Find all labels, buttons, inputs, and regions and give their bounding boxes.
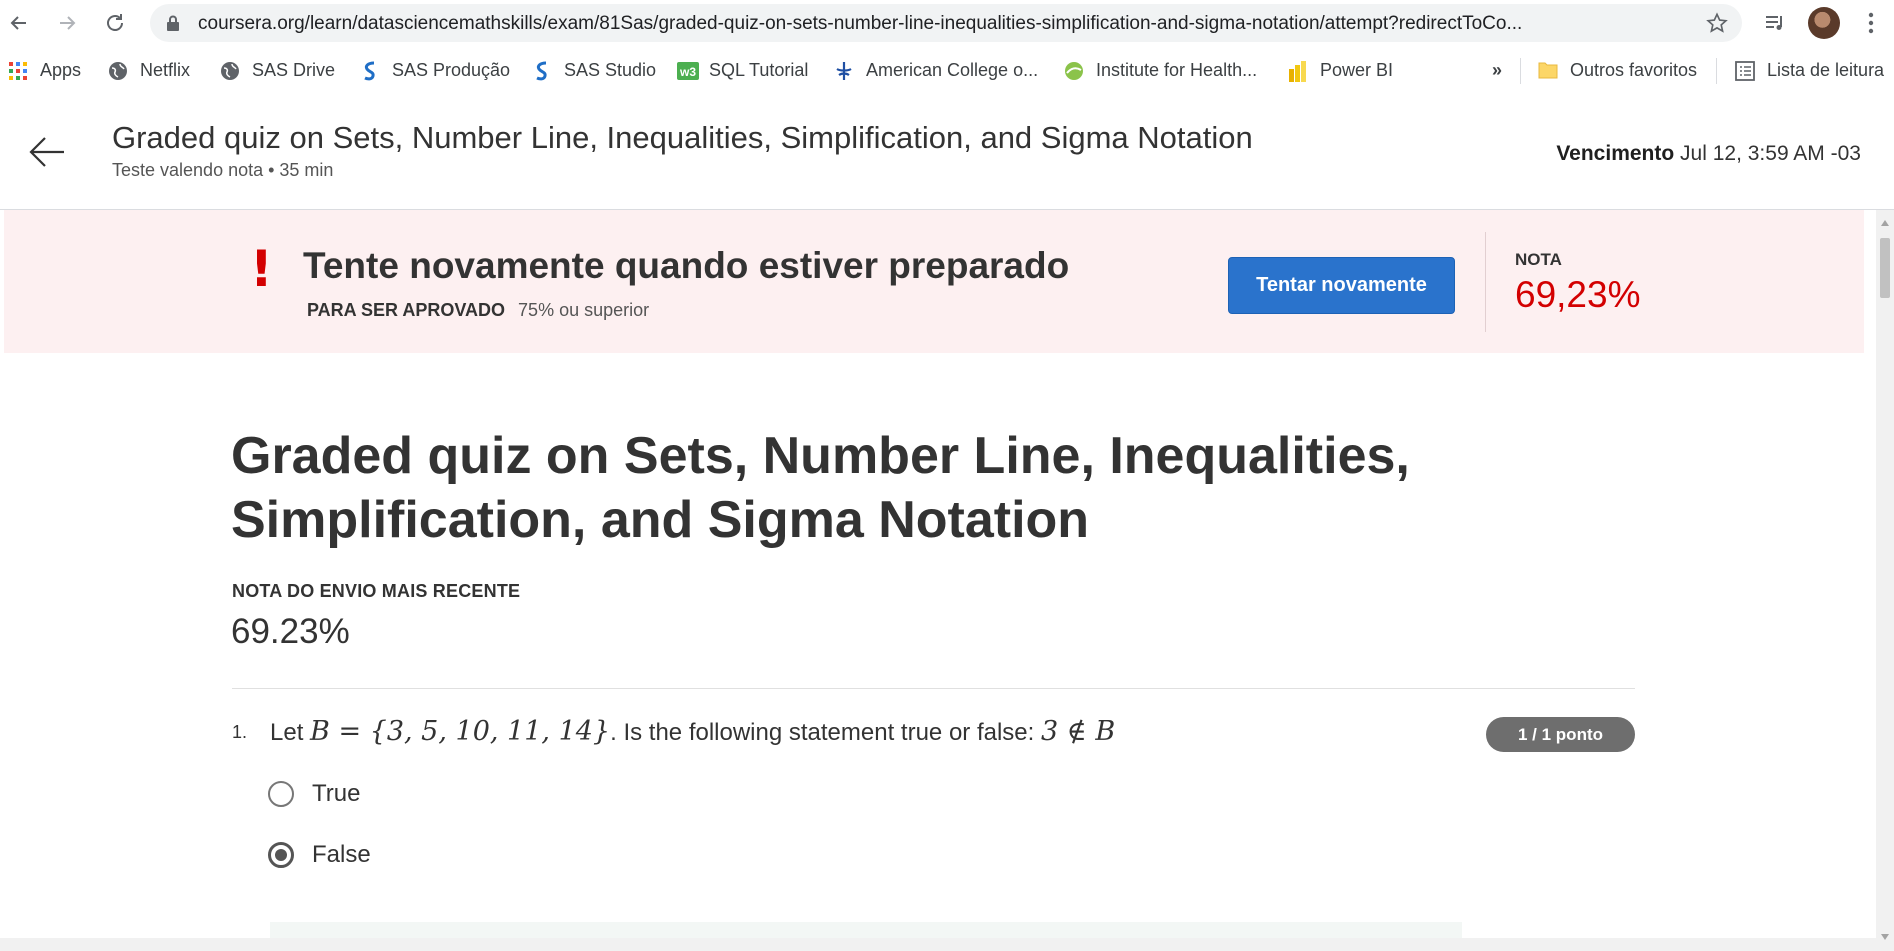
bookmarks-divider [1520,58,1521,84]
due-date: Vencimento Jul 12, 3:59 AM -03 [1556,142,1861,166]
option-true[interactable]: True [268,780,360,808]
back-arrow-icon[interactable] [28,132,68,177]
vertical-scrollbar[interactable] [1876,210,1894,951]
scroll-down-icon[interactable] [1880,928,1890,946]
grade-label: NOTA [1515,250,1562,269]
forward-icon[interactable] [52,8,82,38]
address-bar[interactable]: coursera.org/learn/datasciencemathskills… [150,4,1742,42]
scroll-up-icon[interactable] [1880,214,1890,232]
due-value: Jul 12, 3:59 AM -03 [1680,142,1861,165]
reading-list-icon [1735,60,1755,81]
alert-icon: ! [250,240,273,298]
bookmark-label: Netflix [140,60,191,80]
bookmark-apps[interactable]: Apps [8,60,81,81]
url-text[interactable]: coursera.org/learn/datasciencemathskills… [198,13,1678,35]
retry-button[interactable]: Tentar novamente [1228,257,1455,314]
option-false[interactable]: False [268,841,371,869]
star-icon[interactable] [1706,12,1728,39]
bookmark-netflix[interactable]: Netflix [108,60,190,81]
scrollbar-thumb[interactable] [1880,238,1890,298]
w3schools-icon: w3 [677,61,699,81]
bookmark-label: Lista de leitura [1767,60,1885,80]
browser-toolbar: coursera.org/learn/datasciencemathskills… [0,0,1894,46]
retry-banner: ! Tente novamente quando estiver prepara… [4,210,1864,353]
bookmarks-bar: Apps Netflix SAS Drive SAS Produção SAS … [0,46,1894,99]
bookmark-sas-producao[interactable]: SAS Produção [360,60,510,81]
section-divider [232,688,1635,689]
reload-icon[interactable] [100,8,130,38]
question-math-set: B = {3, 5, 10, 11, 14} [310,716,611,747]
bookmark-label: SAS Studio [564,60,657,80]
banner-divider [1485,232,1486,332]
question-number: 1. [232,722,248,742]
bookmark-label: Institute for Health... [1096,60,1258,80]
bookmark-sas-drive[interactable]: SAS Drive [220,60,335,81]
globe-icon [108,61,128,81]
question-text: Let B = {3, 5, 10, 11, 14}. Is the follo… [270,716,1115,747]
bookmark-label: SAS Drive [252,60,336,80]
bookmark-sql-tutorial[interactable]: w3 SQL Tutorial [677,60,808,81]
reading-list-button[interactable]: Lista de leitura [1735,60,1884,81]
apps-grid-icon [8,61,28,81]
bookmark-label: Power BI [1320,60,1394,80]
due-label: Vencimento [1556,142,1675,165]
bookmarks-overflow-button[interactable]: » [1492,60,1502,81]
recent-grade-label: NOTA DO ENVIO MAIS RECENTE [232,581,521,601]
bookmark-label: SQL Tutorial [709,60,809,80]
globe-icon [220,61,240,81]
points-badge: 1 / 1 ponto [1486,717,1635,752]
header-subtitle: Teste valendo nota • 35 min [112,160,334,180]
bookmark-other-favorites[interactable]: Outros favoritos [1538,60,1697,81]
media-control-icon[interactable] [1760,8,1790,38]
back-icon[interactable] [4,8,34,38]
header-title: Graded quiz on Sets, Number Line, Inequa… [112,120,1253,155]
profile-avatar[interactable] [1808,7,1840,39]
powerbi-icon [1288,60,1308,82]
recent-grade-value: 69.23% [231,612,350,651]
pass-value: 75% ou superior [518,300,650,320]
question-math-statement: 3 ∉ B [1040,716,1116,747]
banner-title: Tente novamente quando estiver preparado [303,245,1070,286]
question-prefix: Let [270,719,311,746]
svg-text:w3: w3 [679,65,696,79]
lock-icon [166,15,180,37]
bookmark-american-college[interactable]: American College o... [834,60,1038,81]
pass-label: PARA SER APROVADO [307,300,506,320]
acr-logo-icon [834,61,854,81]
globe-green-icon [1064,61,1084,81]
radio-button[interactable] [268,781,294,807]
bookmarks-divider [1716,58,1717,84]
bookmark-sas-studio[interactable]: SAS Studio [532,60,656,81]
folder-icon [1538,61,1558,81]
quiz-title: Graded quiz on Sets, Number Line, Inequa… [231,427,1410,549]
quiz-header: Graded quiz on Sets, Number Line, Inequa… [0,98,1894,210]
sas-logo-icon [360,61,380,81]
option-label: True [312,780,361,807]
bookmark-label: American College o... [866,60,1039,80]
bookmark-power-bi[interactable]: Power BI [1288,60,1394,82]
bookmark-label: Outros favoritos [1570,60,1698,80]
option-label: False [312,841,371,868]
bookmark-label: Apps [40,60,82,80]
bookmark-institute-health[interactable]: Institute for Health... [1064,60,1257,81]
sas-logo-icon [532,61,552,81]
pass-requirement: PARA SER APROVADO 75% ou superior [307,300,649,321]
horizontal-scrollbar[interactable] [0,938,1876,951]
question-middle: . Is the following statement true or fal… [610,719,1041,746]
kebab-menu-icon[interactable] [1856,8,1886,38]
radio-button-selected[interactable] [268,842,294,868]
grade-value: 69,23% [1515,274,1641,315]
bookmark-label: SAS Produção [392,60,511,80]
